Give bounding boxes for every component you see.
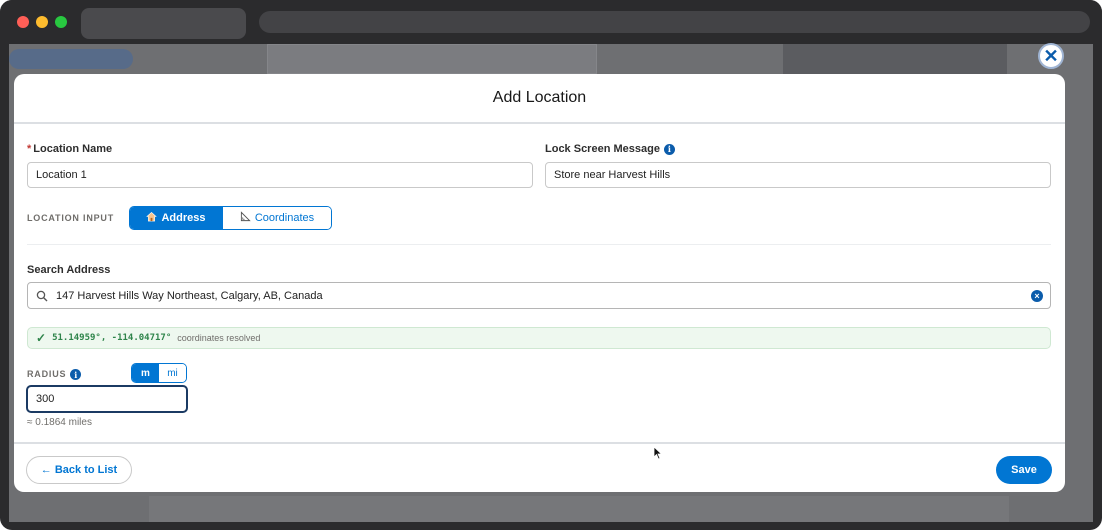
- location-input-label: LOCATION INPUT: [27, 213, 115, 223]
- background-panel: [149, 496, 1009, 522]
- modal-title: Add Location: [492, 89, 587, 106]
- location-name-input[interactable]: Location 1: [27, 162, 533, 188]
- search-icon: [28, 290, 56, 302]
- mouse-cursor-icon: [653, 446, 663, 465]
- close-window-button[interactable]: [17, 16, 29, 28]
- location-name-label: * Location Name: [27, 143, 113, 155]
- resolved-text: coordinates resolved: [177, 333, 261, 343]
- address-bar[interactable]: [259, 11, 1090, 33]
- unit-meters-button[interactable]: m: [132, 364, 159, 382]
- radius-conversion: ≈ 0.1864 miles: [27, 417, 92, 428]
- address-option-button[interactable]: Address: [130, 207, 222, 229]
- close-icon[interactable]: ✕: [1038, 43, 1064, 69]
- section-divider: [27, 244, 1051, 245]
- save-button[interactable]: Save: [996, 456, 1052, 484]
- search-address-input[interactable]: 147 Harvest Hills Way Northeast, Calgary…: [27, 282, 1051, 309]
- minimize-window-button[interactable]: [36, 16, 48, 28]
- lock-screen-message-label: Lock Screen Message i: [545, 143, 675, 155]
- radius-label: RADIUS i: [27, 369, 82, 381]
- background-bar: [783, 44, 1007, 74]
- browser-titlebar: [0, 0, 1102, 44]
- resolved-coordinates: 51.14959°, -114.04717°: [52, 333, 172, 343]
- back-to-list-button[interactable]: ← Back to List: [26, 456, 132, 484]
- background-chip: [9, 49, 133, 69]
- clear-icon[interactable]: ×: [1031, 290, 1043, 302]
- house-icon: [146, 211, 158, 225]
- location-input-toggle: Address Coordinates: [129, 206, 332, 230]
- background-card: [267, 44, 597, 74]
- unit-miles-button[interactable]: mi: [159, 364, 186, 382]
- search-address-label: Search Address: [27, 264, 111, 276]
- search-address-value: 147 Harvest Hills Way Northeast, Calgary…: [56, 289, 323, 302]
- info-icon[interactable]: i: [663, 143, 675, 155]
- info-icon[interactable]: i: [70, 369, 82, 381]
- radius-input[interactable]: 300: [26, 385, 188, 413]
- modal-header: Add Location: [14, 74, 1065, 124]
- modal-footer: ← Back to List Save: [14, 442, 1065, 492]
- lock-screen-message-input[interactable]: Store near Harvest Hills: [545, 162, 1051, 188]
- maximize-window-button[interactable]: [55, 16, 67, 28]
- add-location-modal: Add Location * Location Name Location 1 L…: [14, 74, 1065, 492]
- check-icon: ✓: [36, 331, 47, 345]
- radius-unit-toggle: m mi: [131, 363, 187, 383]
- coordinates-resolved-banner: ✓ 51.14959°, -114.04717° coordinates res…: [27, 327, 1051, 349]
- coordinates-option-button[interactable]: Coordinates: [222, 207, 331, 229]
- ruler-icon: [240, 211, 251, 225]
- required-marker: *: [27, 143, 32, 155]
- browser-tab[interactable]: [81, 8, 246, 39]
